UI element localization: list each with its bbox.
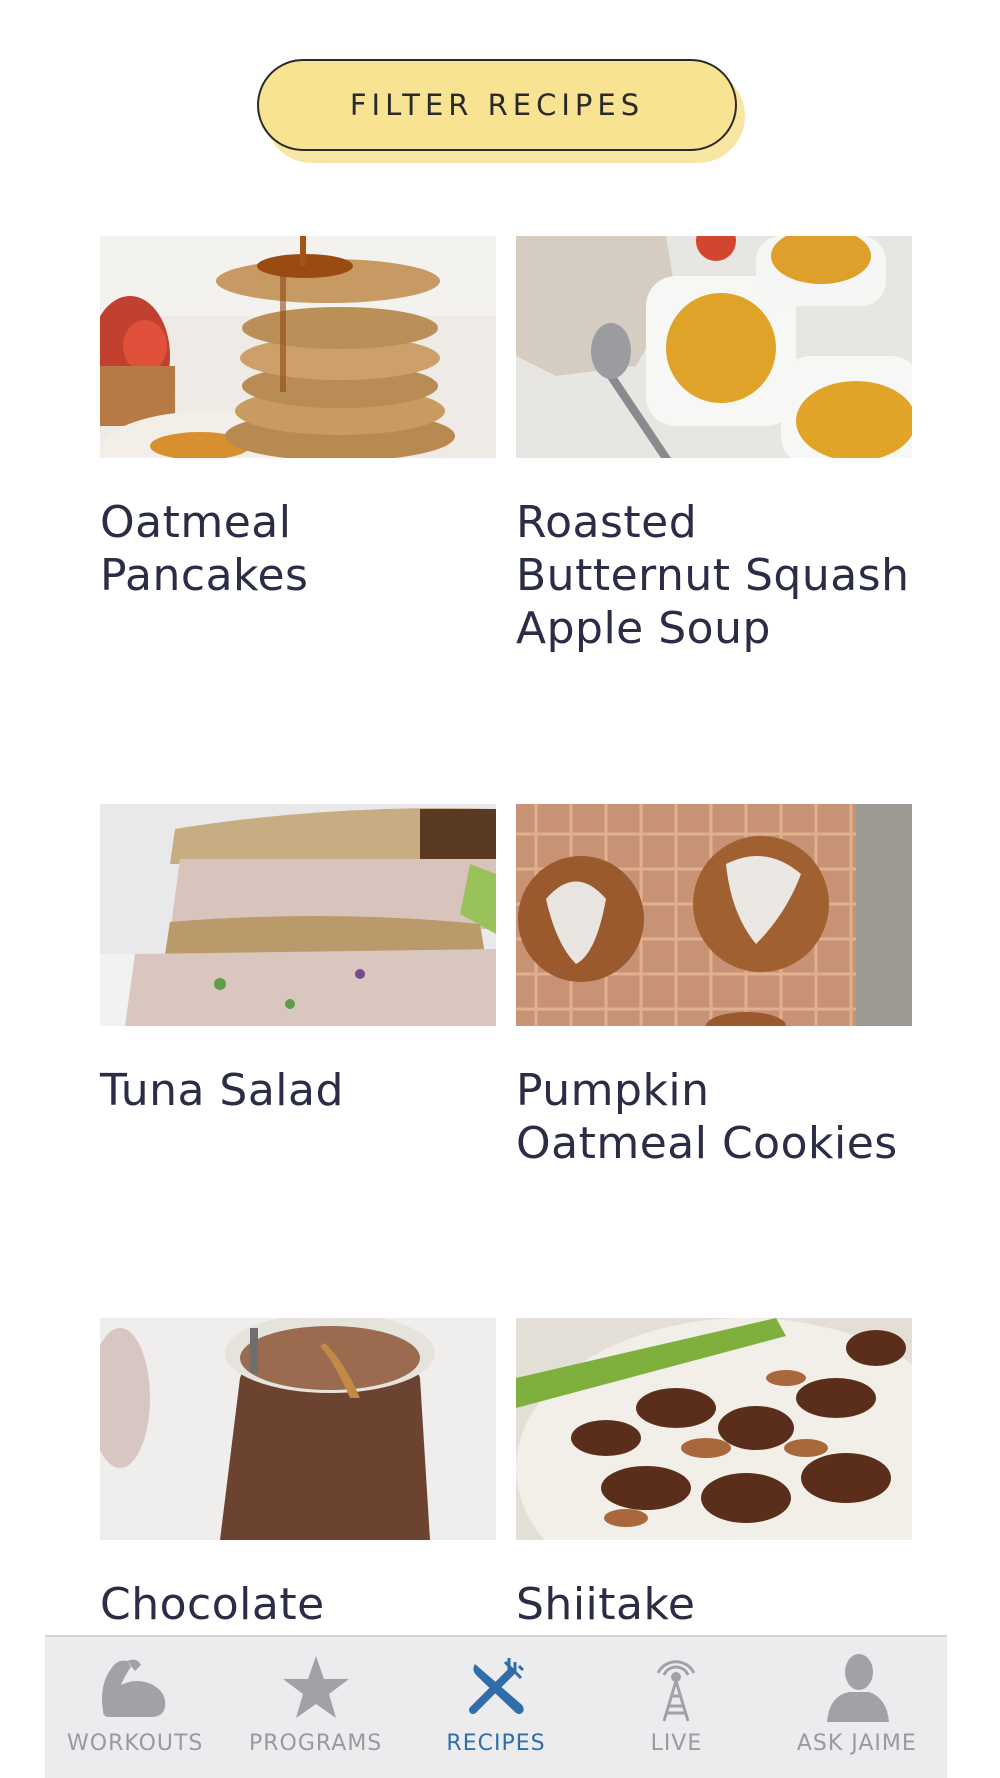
filter-recipes-button[interactable]: FILTER RECIPES <box>257 59 737 151</box>
tab-recipes[interactable]: RECIPES <box>406 1637 586 1778</box>
recipe-image-pumpkin-cookies[interactable] <box>516 804 912 1026</box>
tab-programs[interactable]: PROGRAMS <box>225 1637 405 1778</box>
tab-label: WORKOUTS <box>67 1731 204 1756</box>
recipe-title[interactable]: Pumpkin Oatmeal Cookies <box>516 1064 912 1170</box>
recipe-card[interactable]: Oatmeal Pancakes <box>100 236 496 602</box>
recipe-title[interactable]: Oatmeal Pancakes <box>100 496 496 602</box>
broadcast-tower-icon <box>636 1649 716 1725</box>
recipe-title[interactable]: Tuna Salad <box>100 1064 496 1117</box>
recipe-title[interactable]: Chocolate <box>100 1578 496 1631</box>
flexed-bicep-icon <box>95 1649 175 1725</box>
recipe-title[interactable]: Shiitake <box>516 1578 912 1631</box>
recipe-image-shiitake[interactable] <box>516 1318 912 1540</box>
recipe-card[interactable]: Pumpkin Oatmeal Cookies <box>516 804 912 1170</box>
tab-live[interactable]: LIVE <box>586 1637 766 1778</box>
tab-label: PROGRAMS <box>248 1731 383 1756</box>
tab-label: RECIPES <box>446 1731 546 1756</box>
fork-knife-icon <box>456 1649 536 1725</box>
bottom-tab-bar: WORKOUTS PROGRAMS RECIPES LIVE ASK JAIME <box>45 1635 947 1778</box>
recipe-image-butternut-soup[interactable] <box>516 236 912 458</box>
tab-workouts[interactable]: WORKOUTS <box>45 1637 225 1778</box>
star-icon <box>276 1649 356 1725</box>
recipe-card[interactable]: Shiitake <box>516 1318 912 1631</box>
tab-label: ASK JAIME <box>796 1731 917 1756</box>
recipe-card[interactable]: Chocolate <box>100 1318 496 1631</box>
person-icon <box>817 1649 897 1725</box>
recipe-image-oatmeal-pancakes[interactable] <box>100 236 496 458</box>
recipe-image-chocolate[interactable] <box>100 1318 496 1540</box>
tab-ask-jaime[interactable]: ASK JAIME <box>767 1637 947 1778</box>
tab-label: LIVE <box>650 1731 703 1756</box>
recipe-image-tuna-salad[interactable] <box>100 804 496 1026</box>
recipe-title[interactable]: Roasted Butternut Squash Apple Soup <box>516 496 912 655</box>
recipe-card[interactable]: Roasted Butternut Squash Apple Soup <box>516 236 912 655</box>
recipe-card[interactable]: Tuna Salad <box>100 804 496 1117</box>
filter-recipes-container: FILTER RECIPES <box>257 59 745 163</box>
